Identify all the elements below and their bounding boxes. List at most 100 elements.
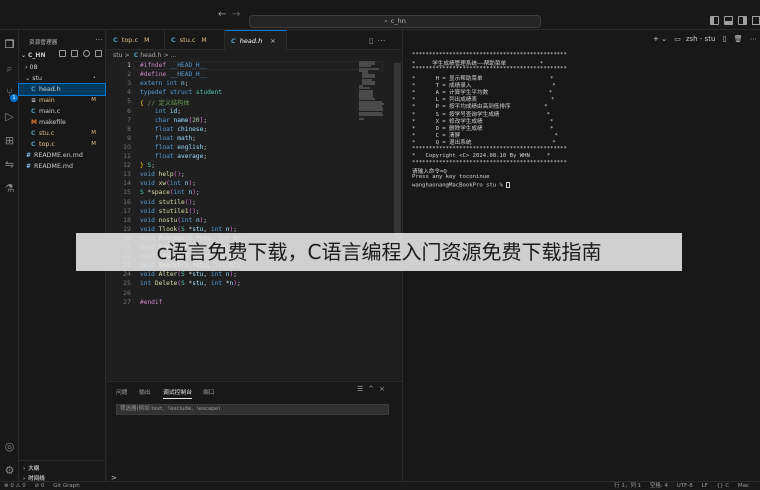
line-number: 18 — [123, 216, 131, 224]
line-number: 4 — [127, 89, 131, 97]
breadcrumb-file[interactable]: head.h — [140, 52, 161, 59]
panel-tab-problems[interactable]: 问题 — [116, 387, 128, 396]
explorer-icon[interactable]: ❐ — [3, 38, 16, 51]
tab-top-c[interactable]: Ctop.c M — [107, 30, 165, 50]
forward-arrow-icon[interactable]: → — [232, 9, 240, 20]
tree-item-readme[interactable]: # README.md — [19, 161, 105, 172]
code-line[interactable]: S *space(int n); — [140, 189, 200, 196]
status-ports[interactable]: ⊘ 0 — [35, 483, 45, 489]
code-line[interactable]: void xw(int n); — [140, 180, 196, 187]
code-line[interactable]: void stutile(); — [140, 199, 196, 206]
testing-icon[interactable]: ⚗ — [3, 182, 16, 195]
code-line[interactable]: #endif — [140, 299, 162, 306]
chevron-up-icon[interactable]: ^ — [368, 385, 379, 393]
code-line[interactable]: void nostu(int n); — [140, 217, 207, 224]
status-indentation[interactable]: 空格: 4 — [650, 483, 668, 489]
tab-label: stu.c — [179, 36, 196, 44]
code-line[interactable]: float average; — [140, 153, 207, 160]
collapse-all-icon[interactable] — [95, 50, 102, 57]
status-language[interactable]: {} C — [717, 483, 730, 489]
trash-icon[interactable]: 🗑 — [734, 35, 743, 43]
status-bar: ⊗ 0 ⚠ 0 ⊘ 0 Git Graph 行 1，列 1 空格: 4 UTF-… — [0, 481, 760, 490]
code-line[interactable]: void help(); — [140, 171, 185, 178]
tree-item-label: stu — [32, 75, 43, 82]
code-line[interactable]: } S; — [140, 162, 155, 169]
code-line[interactable]: typedef struct student — [140, 89, 222, 96]
editor-scrollbar[interactable] — [393, 61, 402, 373]
outline-section[interactable]: 大纲 — [23, 464, 39, 472]
code-line[interactable]: #ifndef __HEAD_H__ — [140, 62, 207, 69]
status-encoding[interactable]: UTF-8 — [677, 483, 693, 489]
new-terminal-icon[interactable]: + ⌄ — [653, 35, 667, 43]
breadcrumb-folder[interactable]: stu — [113, 52, 123, 59]
refresh-icon[interactable] — [83, 50, 90, 57]
command-center-search[interactable]: ⌕ c_hn — [249, 15, 541, 28]
panel-tab-debug-console[interactable]: 调试控制台 — [163, 387, 192, 399]
tree-item-main[interactable]: ≡ main M — [19, 95, 105, 106]
code-line[interactable]: extern int n; — [140, 80, 188, 87]
code-line[interactable]: int id; — [140, 108, 181, 115]
code-line[interactable]: { // 定义结构体 — [140, 98, 190, 107]
tree-item-08[interactable]: › 08 — [19, 62, 105, 73]
breadcrumb-more[interactable]: > ... — [164, 52, 177, 59]
tab-stu-c[interactable]: Cstu.c M — [165, 30, 225, 50]
code-line[interactable]: float chinese; — [140, 126, 207, 133]
remote-explorer-icon[interactable]: ⇋ — [3, 158, 16, 171]
status-git-graph[interactable]: Git Graph — [53, 483, 80, 489]
status-platform[interactable]: Mac — [738, 483, 749, 489]
account-icon[interactable]: ◎ — [3, 440, 16, 453]
toggle-sidebar-icon[interactable] — [710, 16, 719, 25]
tab-head-h[interactable]: Chead.h × — [225, 30, 287, 50]
extensions-icon[interactable]: ⊞ — [3, 134, 16, 147]
tree-item-main-c[interactable]: Cmain.c — [19, 106, 105, 117]
tree-item-label: head.h — [39, 86, 61, 93]
code-line[interactable]: #define __HEAD_H__ — [140, 71, 207, 78]
panel-tab-output[interactable]: 输出 — [139, 387, 151, 396]
code-editor[interactable]: 1234567891011121314151617181920212223242… — [107, 61, 402, 381]
status-problems[interactable]: ⊗ 0 ⚠ 0 — [4, 483, 26, 489]
chevron-down-icon: ⌄ — [25, 75, 31, 82]
new-file-icon[interactable] — [59, 50, 66, 57]
debug-console-filter[interactable]: 筛选器(例如 text、!exclude、\escape) — [116, 404, 389, 415]
new-folder-icon[interactable] — [71, 50, 78, 57]
line-number: 10 — [123, 143, 131, 151]
back-arrow-icon[interactable]: ← — [218, 9, 226, 20]
panel-tab-ports[interactable]: 端口 — [203, 387, 215, 396]
search-icon[interactable]: ⌕ — [3, 62, 16, 75]
close-icon[interactable]: × — [379, 385, 390, 393]
terminal-toolbar: + ⌄ ▭zsh - stu ▯ 🗑 ⋯ × — [403, 30, 760, 50]
toggle-panel-icon[interactable] — [724, 16, 733, 25]
tree-item-makefile[interactable]: Mmakefile — [19, 117, 105, 128]
more-actions-icon[interactable]: ⋯ — [377, 36, 389, 45]
code-line[interactable]: void Alter(S *stu, int n); — [140, 271, 237, 278]
run-debug-icon[interactable]: ▷ — [3, 110, 16, 123]
line-number: 12 — [123, 162, 131, 170]
c-file-icon: C — [133, 52, 139, 59]
more-actions-icon[interactable]: ⋯ — [95, 35, 103, 44]
close-icon[interactable]: × — [270, 37, 275, 45]
code-line[interactable]: int Delete(S *stu, int *n); — [140, 280, 241, 287]
list-icon[interactable]: ☰ — [357, 385, 368, 393]
settings-gear-icon[interactable]: ⚙ — [3, 464, 16, 477]
status-eol[interactable]: LF — [702, 483, 708, 489]
terminal-shell-label[interactable]: zsh - stu — [686, 35, 716, 43]
code-line[interactable]: char name[20]; — [140, 117, 207, 124]
toggle-secondary-sidebar-icon[interactable] — [738, 16, 747, 25]
tree-item-head-h[interactable]: Chead.h — [18, 83, 106, 96]
minimap-line — [362, 83, 375, 85]
tree-item-readme-en[interactable]: # README.en.md — [19, 150, 105, 161]
line-number: 19 — [123, 225, 131, 233]
code-line[interactable]: void Tlook(S *stu, int n); — [140, 226, 237, 233]
code-line[interactable]: void stutile1(); — [140, 208, 200, 215]
more-actions-icon[interactable]: ⋯ — [750, 35, 757, 43]
code-line[interactable]: float english; — [140, 144, 207, 151]
tree-item-stu-c[interactable]: Cstu.c M — [19, 128, 105, 139]
line-number: 9 — [127, 134, 131, 142]
minimap[interactable] — [359, 61, 389, 121]
tree-item-top-c[interactable]: Ctop.c M — [19, 139, 105, 150]
customize-layout-icon[interactable] — [752, 16, 760, 25]
status-cursor-position[interactable]: 行 1，列 1 — [614, 483, 641, 489]
code-line[interactable]: float math; — [140, 135, 196, 142]
tree-item-stu[interactable]: ⌄ stu • — [19, 73, 105, 84]
split-terminal-icon[interactable]: ▯ — [723, 35, 727, 43]
